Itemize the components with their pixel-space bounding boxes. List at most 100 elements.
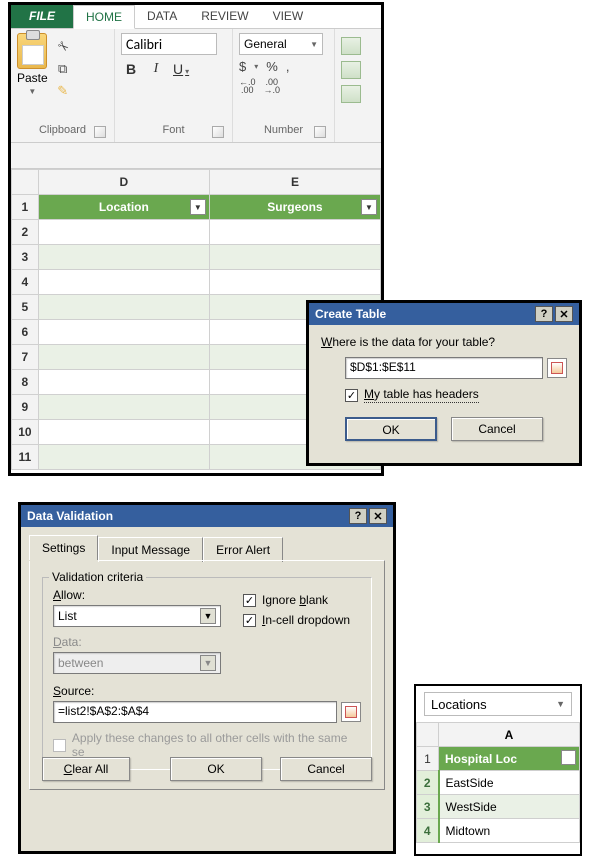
row-header[interactable]: 1 <box>417 747 439 771</box>
row-header[interactable]: 10 <box>12 420 39 445</box>
tab-file[interactable]: FILE <box>11 5 73 29</box>
allow-label: Allow: <box>53 588 221 602</box>
cell[interactable]: Midtown <box>439 819 580 843</box>
clear-all-button[interactable]: Clear All <box>42 757 130 781</box>
name-box[interactable]: Locations ▼ <box>424 692 572 716</box>
font-dialog-launcher-icon[interactable] <box>212 126 224 138</box>
cell[interactable] <box>38 395 209 420</box>
source-input[interactable]: =list2!$A$2:$A$4 <box>53 701 337 723</box>
validation-criteria-legend: Validation criteria <box>49 570 146 584</box>
table-header-hospital-loc[interactable]: Hospital Loc ▼ <box>439 747 580 771</box>
row-header[interactable]: 2 <box>417 771 439 795</box>
cell[interactable] <box>209 220 380 245</box>
help-icon[interactable]: ? <box>535 306 553 322</box>
percent-format-button[interactable]: % <box>266 59 278 74</box>
paste-label[interactable]: Paste <box>17 71 48 85</box>
ok-button[interactable]: OK <box>170 757 262 781</box>
row-header[interactable]: 4 <box>417 819 439 843</box>
close-icon[interactable]: ✕ <box>369 508 387 524</box>
cell[interactable] <box>38 270 209 295</box>
row-header[interactable]: 5 <box>12 295 39 320</box>
tab-home[interactable]: HOME <box>73 5 135 29</box>
tab-settings[interactable]: Settings <box>29 535 98 560</box>
tab-input-message[interactable]: Input Message <box>98 537 203 562</box>
select-all-cell[interactable] <box>12 170 39 195</box>
cell[interactable] <box>38 345 209 370</box>
row-header[interactable]: 2 <box>12 220 39 245</box>
cell[interactable] <box>38 420 209 445</box>
tab-view[interactable]: VIEW <box>261 5 316 29</box>
row-header[interactable]: 7 <box>12 345 39 370</box>
number-format-select[interactable]: General▼ <box>239 33 323 55</box>
italic-button[interactable]: I <box>148 61 164 77</box>
range-picker-icon[interactable] <box>341 702 361 722</box>
cell[interactable] <box>38 220 209 245</box>
close-icon[interactable]: ✕ <box>555 306 573 322</box>
bold-button[interactable]: B <box>123 61 139 77</box>
incell-dropdown-checkbox[interactable] <box>243 614 256 627</box>
ignore-blank-checkbox[interactable] <box>243 594 256 607</box>
table-header-location[interactable]: Location ▼ <box>38 195 209 220</box>
ribbon-tabs: FILE HOME DATA REVIEW VIEW <box>11 5 381 29</box>
row-header[interactable]: 4 <box>12 270 39 295</box>
allow-select[interactable]: List ▼ <box>53 605 221 627</box>
increase-decimal-button[interactable]: ←.0.00 <box>239 78 256 94</box>
filter-dropdown-icon[interactable]: ▼ <box>190 199 206 215</box>
font-name-select[interactable]: Calibri <box>121 33 217 55</box>
row-header[interactable]: 6 <box>12 320 39 345</box>
cell[interactable]: EastSide <box>439 771 580 795</box>
underline-button[interactable]: U <box>173 61 189 77</box>
row-header[interactable]: 3 <box>417 795 439 819</box>
table-header-surgeons[interactable]: Surgeons ▼ <box>209 195 380 220</box>
row-header[interactable]: 11 <box>12 445 39 470</box>
filter-dropdown-icon[interactable]: ▼ <box>561 750 576 765</box>
chevron-down-icon[interactable]: ▼ <box>556 699 565 709</box>
row-header[interactable]: 8 <box>12 370 39 395</box>
help-icon[interactable]: ? <box>349 508 367 524</box>
cell[interactable] <box>38 320 209 345</box>
cell[interactable] <box>38 245 209 270</box>
cell[interactable]: WestSide <box>439 795 580 819</box>
filter-dropdown-icon[interactable]: ▼ <box>361 199 377 215</box>
accounting-format-button[interactable]: $ <box>239 59 246 74</box>
dialog-titlebar[interactable]: Create Table ? ✕ <box>309 303 579 325</box>
cell[interactable] <box>209 245 380 270</box>
conditional-formatting-icon[interactable] <box>341 37 361 55</box>
select-all-cell[interactable] <box>417 723 439 747</box>
chevron-down-icon[interactable]: ▼ <box>200 608 216 624</box>
col-header-e[interactable]: E <box>209 170 380 195</box>
row-header[interactable]: 1 <box>12 195 39 220</box>
cell[interactable] <box>38 445 209 470</box>
row-header[interactable]: 3 <box>12 245 39 270</box>
group-label-font: Font <box>162 124 184 136</box>
ok-button[interactable]: OK <box>345 417 437 441</box>
row-header[interactable]: 9 <box>12 395 39 420</box>
number-dialog-launcher-icon[interactable] <box>314 126 326 138</box>
paste-icon[interactable] <box>17 33 47 69</box>
cancel-button[interactable]: Cancel <box>451 417 543 441</box>
copy-icon[interactable]: ⧉ <box>54 61 72 77</box>
format-as-table-icon[interactable] <box>341 61 361 79</box>
table-range-input[interactable]: $D$1:$E$11 <box>345 357 543 379</box>
cell-styles-icon[interactable] <box>341 85 361 103</box>
dialog-titlebar[interactable]: Data Validation ? ✕ <box>21 505 393 527</box>
settings-page: Validation criteria Allow: List ▼ Ignore… <box>29 560 385 790</box>
data-validation-dialog: Data Validation ? ✕ Settings Input Messa… <box>18 502 396 854</box>
tab-review[interactable]: REVIEW <box>189 5 260 29</box>
cell[interactable] <box>38 295 209 320</box>
col-header-d[interactable]: D <box>38 170 209 195</box>
col-header-a[interactable]: A <box>439 723 580 747</box>
decrease-decimal-button[interactable]: .00→.0 <box>264 78 281 94</box>
tab-error-alert[interactable]: Error Alert <box>203 537 283 562</box>
cell[interactable] <box>38 370 209 395</box>
comma-format-button[interactable]: , <box>286 59 290 74</box>
tab-data[interactable]: DATA <box>135 5 189 29</box>
formula-bar[interactable] <box>11 143 381 169</box>
cancel-button[interactable]: Cancel <box>280 757 372 781</box>
cut-icon[interactable]: ✂ <box>51 35 75 59</box>
has-headers-checkbox[interactable] <box>345 389 358 402</box>
clipboard-dialog-launcher-icon[interactable] <box>94 126 106 138</box>
format-painter-icon[interactable]: ✎ <box>54 83 72 99</box>
cell[interactable] <box>209 270 380 295</box>
range-picker-icon[interactable] <box>547 358 567 378</box>
